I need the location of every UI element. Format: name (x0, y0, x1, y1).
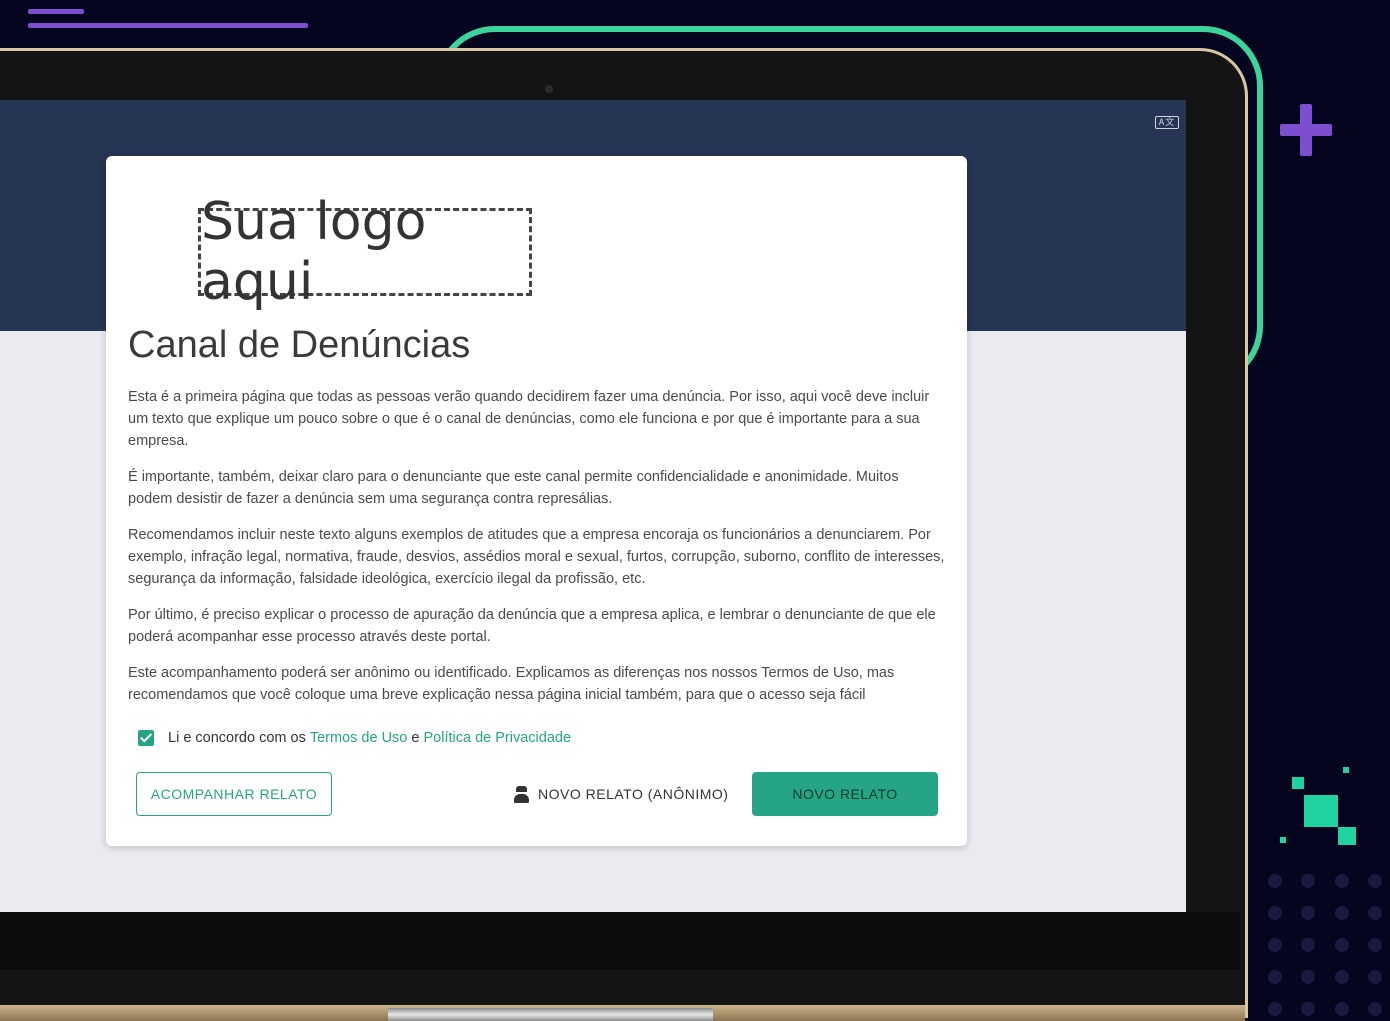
intro-paragraph: Por último, é preciso explicar o process… (128, 607, 936, 645)
privacy-policy-link[interactable]: Política de Privacidade (424, 730, 572, 746)
intro-paragraph: Esta é a primeira página que todas as pe… (128, 389, 930, 449)
pixel-squares-icon (1280, 765, 1360, 845)
main-card: Sua logo aqui Canal de Denúncias Esta é … (106, 156, 967, 846)
decorative-line-short (28, 9, 84, 14)
spy-icon (514, 785, 529, 803)
laptop-bezel-bottom (0, 912, 1240, 970)
intro-paragraph: É importante, também, deixar claro para … (128, 469, 899, 507)
intro-paragraph: Este acompanhamento poderá ser anônimo o… (128, 665, 895, 703)
translate-icon[interactable]: A文 (1155, 116, 1179, 129)
terms-of-use-link[interactable]: Termos de Uso (310, 730, 408, 746)
anonymous-report-button[interactable]: NOVO RELATO (ANÔNIMO) (514, 772, 728, 816)
anonymous-report-label: NOVO RELATO (ANÔNIMO) (538, 786, 729, 802)
intro-text: Esta é a primeira página que todas as pe… (128, 386, 946, 720)
intro-paragraph: Recomendamos incluir neste texto alguns … (128, 527, 945, 587)
agreement-conjunction: e (411, 730, 420, 746)
logo-placeholder: Sua logo aqui (198, 192, 532, 312)
follow-report-button[interactable]: ACOMPANHAR RELATO (136, 772, 332, 816)
agreement-prefix: Li e concordo com os (168, 730, 306, 746)
agreement-row: Li e concordo com os Termos de Uso e Pol… (138, 730, 571, 746)
page-title: Canal de Denúncias (128, 324, 471, 366)
laptop-hinge (388, 1008, 713, 1021)
decorative-dot-grid (1255, 870, 1390, 1021)
agreement-checkbox[interactable] (138, 730, 154, 746)
webcam (545, 85, 553, 93)
decorative-line-long (28, 23, 308, 28)
plus-icon (1280, 104, 1332, 156)
new-report-button[interactable]: NOVO RELATO (752, 772, 938, 816)
